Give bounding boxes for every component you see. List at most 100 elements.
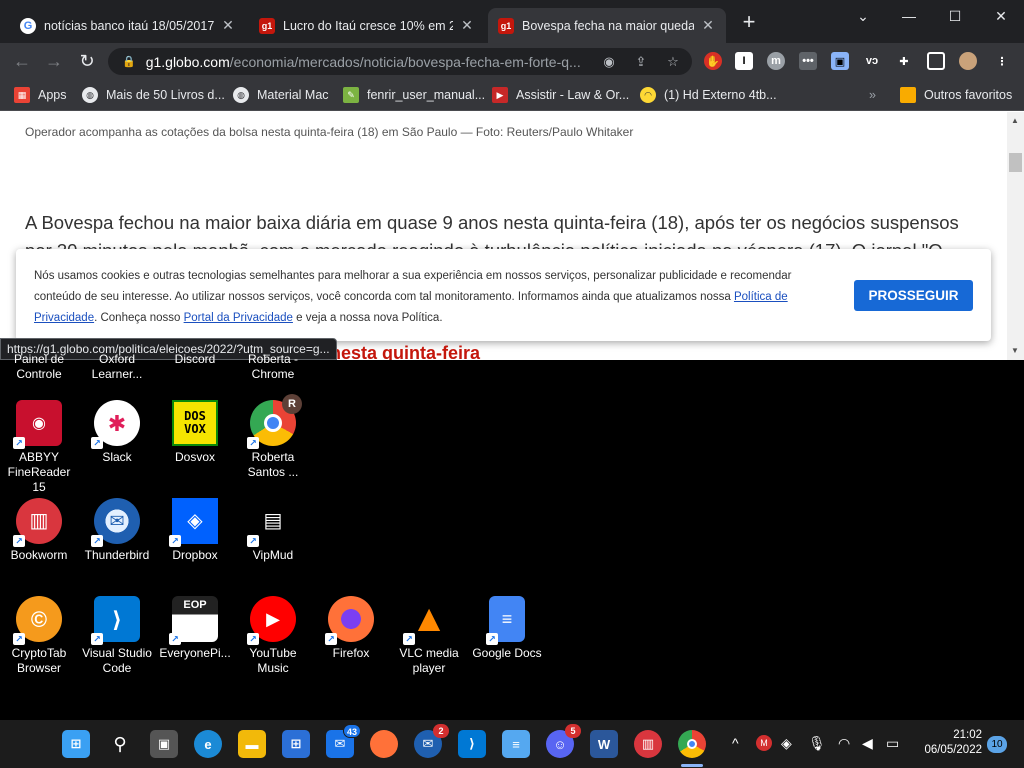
firefox-icon[interactable] [370,730,398,758]
bookmark-livros[interactable]: ◍ Mais de 50 Livros d... [82,86,225,104]
word-icon[interactable]: W [590,730,618,758]
prosseguir-button[interactable]: PROSSEGUIR [854,280,973,311]
desktop-icon-cryptotab[interactable]: © ↗ CryptoTab Browser [0,596,78,676]
icon-label: Visual Studio Code [82,646,152,675]
chrome-icon[interactable] [678,730,706,758]
side-panel-icon[interactable] [927,52,945,70]
icon-label: Oxford Learner... [91,352,143,381]
windows-icon[interactable]: ⊞ [62,730,90,758]
forward-button[interactable]: → [42,49,66,73]
thunderbird-icon[interactable]: ✉ 2 [414,724,449,758]
desktop-icon-dropbox[interactable]: ◈ ↗ Dropbox [156,498,234,563]
scrollbar-thumb[interactable] [1009,153,1022,172]
url-path: /economia/mercados/noticia/bovespa-fecha… [229,53,581,70]
desktop-icon-abbyy[interactable]: ◉ ↗ ABBYY FineReader 15 [0,400,78,495]
bookmark-label: Outros favoritos [924,88,1013,102]
scroll-up-icon[interactable]: ▲ [1011,116,1019,125]
bookmark-material-mac[interactable]: ◍ Material Mac [233,86,329,104]
instapaper-icon[interactable]: I [735,52,753,70]
profile-avatar-icon[interactable] [959,52,977,70]
new-tab-button[interactable]: + [738,11,760,34]
tab-search-menu-icon[interactable]: ⌄ [840,0,886,32]
tray-overflow-chevron[interactable]: ^ [732,735,739,751]
discord-badge: 5 [565,724,581,738]
edge-icon[interactable]: e [194,730,222,758]
task-view-icon[interactable]: ▣ [150,730,178,758]
desktop-icon-google-docs[interactable]: ≡ ↗ Google Docs [468,596,546,661]
icon-label: EveryonePi... [159,646,231,660]
volume-icon[interactable]: ◀ [862,735,873,752]
cookie-text-part: e veja a nossa nova Política. [292,312,443,324]
menu-kebab-icon[interactable]: ⋮ [993,52,1011,70]
bookmarks-overflow-button[interactable]: » [869,86,876,104]
mail-icon[interactable]: ✉ 43 [326,724,361,758]
vd-extension-icon[interactable]: vↄ [863,52,881,70]
apps-grid-icon: ▦ [14,87,30,103]
icon-label: VLC media player [399,646,459,675]
extensions-puzzle-icon[interactable]: ✚ [895,52,913,70]
desktop-icon-everyonepiano[interactable]: EOP ↗ EveryonePi... [156,596,234,661]
privacy-portal-link[interactable]: Portal da Privacidade [184,312,293,324]
extension-dots-icon[interactable]: ••• [799,52,817,70]
icon-label: Dosvox [174,450,215,464]
clock[interactable]: 21:02 06/05/2022 [918,728,982,758]
bookmark-star-icon[interactable]: ☆ [664,53,682,71]
desktop-icon-oxford[interactable]: Oxford Learner... [78,352,156,382]
mercury-icon[interactable]: m [767,52,785,70]
close-window-button[interactable]: ✕ [978,0,1024,32]
desktop-icon-firefox[interactable]: ↗ Firefox [312,596,390,661]
wifi-icon[interactable]: ◠ [838,735,850,752]
article-headline-link[interactable]: nesta quinta-feira [330,343,480,360]
microphone-icon[interactable]: 🎙 [808,735,826,752]
desktop-icon-slack[interactable]: ✱ ↗ Slack [78,400,156,465]
folder-icon[interactable]: ▬ [238,730,266,758]
tab-search[interactable]: G notícias banco itaú 18/05/2017 - ✕ [10,8,246,43]
adblock-icon[interactable]: ✋ [704,52,722,70]
back-button[interactable]: ← [10,49,34,73]
notification-center-badge[interactable]: 10 [987,736,1007,753]
close-icon[interactable]: ✕ [700,17,716,34]
bookmark-label: Mais de 50 Livros d... [106,88,225,102]
desktop-icon-dosvox[interactable]: DOS VOX Dosvox [156,400,234,465]
screenshot-icon[interactable]: ▣ [831,52,849,70]
maximize-button[interactable]: ☐ [932,0,978,32]
bookmark-fenrir[interactable]: ✎ fenrir_user_manual... [343,86,485,104]
notepad-icon[interactable]: ≡ [502,730,530,758]
other-favorites-folder[interactable]: Outros favoritos [900,86,1012,104]
chrome-profile-icon: R ↗ [247,394,302,449]
battery-icon[interactable]: ▭ [886,735,899,752]
folder-icon [900,87,916,103]
share-icon[interactable]: ⇪ [632,53,650,71]
close-icon[interactable]: ✕ [220,17,236,34]
vscode-icon[interactable]: ⟩ [458,730,486,758]
bookmark-apps[interactable]: ▦ Apps [14,86,67,104]
desktop-icon-vipmud[interactable]: ▤ ↗ VipMud [234,498,312,563]
desktop-icon-discord[interactable]: Discord [156,352,234,368]
site-permission-icon[interactable]: ◉ [600,53,618,71]
address-bar[interactable]: 🔒 g1.globo.com /economia/mercados/notici… [108,48,692,75]
tab-bovespa[interactable]: g1 Bovespa fecha na maior queda e ✕ [488,8,726,43]
desktop-icon-vlc[interactable]: ▲ ↗ VLC media player [390,596,468,676]
dropbox-tray-icon[interactable]: ◈ [781,735,792,752]
tab-lucro-itau[interactable]: g1 Lucro do Itaú cresce 10% em 201 ✕ [249,8,485,43]
bookmark-hd-externo[interactable]: ◠ (1) Hd Externo 4tb... [640,86,777,104]
desktop-icon-thunderbird[interactable]: ✉ ↗ Thunderbird [78,498,156,563]
minimize-button[interactable]: — [886,0,932,32]
bookmark-label: (1) Hd Externo 4tb... [664,88,777,102]
desktop-icon-roberta-chrome[interactable]: Roberta - Chrome [234,352,312,382]
mega-icon[interactable]: M [756,735,772,751]
bookworm-icon[interactable]: ▥ [634,730,662,758]
desktop-icon-vscode[interactable]: ⟩ ↗ Visual Studio Code [78,596,156,676]
search-icon[interactable]: ⚲ [106,730,134,758]
desktop-icon-bookworm[interactable]: ▥ ↗ Bookworm [0,498,78,563]
store-icon[interactable]: ⊞ [282,730,310,758]
desktop-icon-painel[interactable]: Painel de Controle [0,352,78,382]
discord-icon[interactable]: ☺ 5 [546,724,581,758]
scroll-down-icon[interactable]: ▼ [1011,346,1019,355]
page-scrollbar[interactable]: ▲ ▼ [1007,112,1024,360]
bookmark-law-order[interactable]: ▶ Assistir - Law & Or... [492,86,629,104]
desktop-icon-roberta-santos[interactable]: R ↗ Roberta Santos ... [234,394,312,480]
desktop-icon-youtube-music[interactable]: ▶ ↗ YouTube Music [234,596,312,676]
reload-button[interactable]: ↻ [75,49,99,73]
close-icon[interactable]: ✕ [459,17,475,34]
